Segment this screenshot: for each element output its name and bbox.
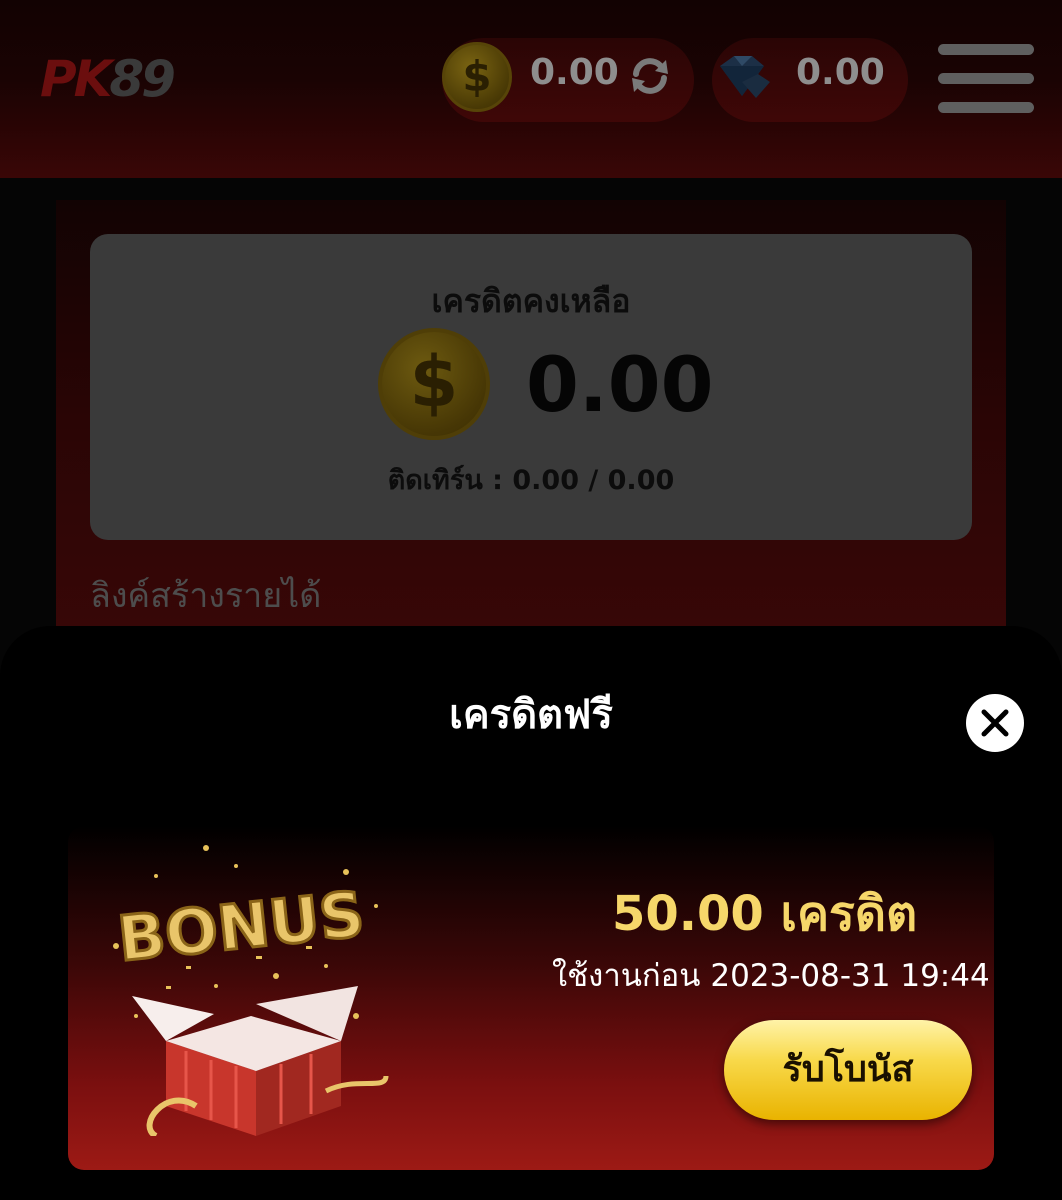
earning-link-label[interactable]: ลิงค์สร้างรายได้ bbox=[90, 568, 321, 622]
dollar-coin-icon: $ bbox=[442, 42, 512, 112]
bonus-art-text: BONUS bbox=[114, 877, 367, 975]
credit-balance-amount: 0.00 bbox=[526, 340, 714, 429]
close-button[interactable] bbox=[966, 694, 1024, 752]
modal-title: เครดิตฟรี bbox=[449, 692, 613, 738]
claim-bonus-button[interactable]: รับโบนัส bbox=[724, 1020, 972, 1120]
coin-balance: 0.00 bbox=[530, 52, 619, 93]
refresh-icon[interactable] bbox=[626, 52, 674, 100]
logo[interactable]: PK89 bbox=[40, 50, 176, 108]
credit-balance-title: เครดิตคงเหลือ bbox=[431, 282, 631, 320]
close-icon bbox=[981, 709, 1009, 737]
dollar-coin-icon: $ bbox=[378, 328, 490, 440]
bonus-amount: 50.00 เครดิต bbox=[612, 886, 918, 942]
logo-number: 89 bbox=[109, 50, 176, 108]
bonus-gift-box-icon: BONUS bbox=[113, 845, 389, 1136]
bonus-expiry: ใช้งานก่อน 2023-08-31 19:44 bbox=[552, 958, 990, 994]
gem-balance: 0.00 bbox=[796, 52, 885, 93]
diamond-icon bbox=[712, 52, 774, 100]
hamburger-menu-icon[interactable] bbox=[938, 44, 1034, 114]
logo-pk: PK bbox=[40, 50, 112, 108]
top-bar: PK89 $ 0.00 0.00 bbox=[0, 0, 1062, 178]
turnover-text: ติดเทิร์น : 0.00 / 0.00 bbox=[387, 465, 675, 496]
